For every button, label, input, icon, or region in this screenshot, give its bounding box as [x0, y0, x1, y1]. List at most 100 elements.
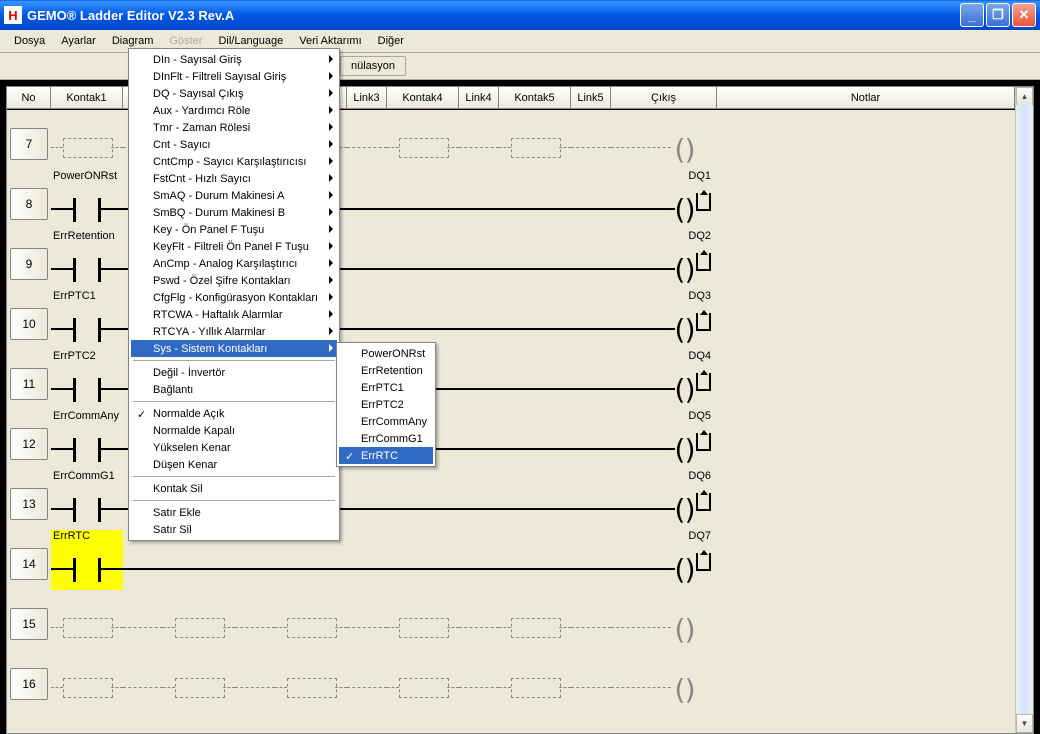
menu-item[interactable]: RTCWA - Haftalık Alarmlar	[131, 306, 337, 323]
context-menu-sys-submenu[interactable]: PowerONRstErrRetentionErrPTC1ErrPTC2ErrC…	[336, 342, 436, 467]
link-cell[interactable]	[347, 470, 387, 530]
notlar-cell[interactable]	[717, 290, 1033, 350]
menu-item[interactable]: DQ - Sayısal Çıkış	[131, 85, 337, 102]
kontak1-cell[interactable]: ErrCommAny	[51, 410, 123, 470]
vertical-scrollbar[interactable]: ▲ ▼	[1015, 87, 1033, 733]
link-cell[interactable]	[347, 650, 387, 710]
menu-item[interactable]: SmBQ - Durum Makinesi B	[131, 204, 337, 221]
kontak-cell[interactable]	[387, 230, 459, 290]
kontak-cell[interactable]	[499, 590, 571, 650]
col-link5[interactable]: Link5	[571, 87, 611, 109]
close-button[interactable]: ✕	[1012, 3, 1036, 27]
menu-item[interactable]: AnCmp - Analog Karşılaştırıcı	[131, 255, 337, 272]
link-cell[interactable]	[571, 410, 611, 470]
menu-item[interactable]: Yükselen Kenar	[131, 439, 337, 456]
kontak-cell[interactable]	[275, 650, 347, 710]
menu-dosya[interactable]: Dosya	[6, 32, 53, 50]
menu-item[interactable]: ErrPTC1	[339, 379, 433, 396]
ladder-row[interactable]: 15	[7, 590, 1033, 650]
link-cell[interactable]	[235, 590, 275, 650]
kontak-cell[interactable]	[275, 590, 347, 650]
kontak1-cell[interactable]: ErrPTC2	[51, 350, 123, 410]
link-cell[interactable]	[459, 110, 499, 170]
menu-item[interactable]: Kontak Sil	[131, 480, 337, 497]
simulation-button[interactable]: nülasyon	[340, 56, 406, 76]
notlar-cell[interactable]	[717, 650, 1033, 710]
kontak-cell[interactable]	[499, 110, 571, 170]
context-menu-main[interactable]: DIn - Sayısal GirişDInFlt - Filtreli Say…	[128, 48, 340, 541]
col-link4[interactable]: Link4	[459, 87, 499, 109]
notlar-cell[interactable]	[717, 110, 1033, 170]
kontak1-cell[interactable]: ErrRTC	[51, 530, 123, 590]
output-cell[interactable]	[611, 650, 717, 710]
col-kontak5[interactable]: Kontak5	[499, 87, 571, 109]
output-cell[interactable]: DQ5	[611, 410, 717, 470]
col-kontak1[interactable]: Kontak1	[51, 87, 123, 109]
kontak-cell[interactable]	[499, 290, 571, 350]
menu-item[interactable]: ErrRetention	[339, 362, 433, 379]
menu-item[interactable]: Cnt - Sayıcı	[131, 136, 337, 153]
notlar-cell[interactable]	[717, 170, 1033, 230]
kontak-cell[interactable]	[499, 530, 571, 590]
output-cell[interactable]: DQ3	[611, 290, 717, 350]
menu-item[interactable]: KeyFlt - Filtreli Ön Panel F Tuşu	[131, 238, 337, 255]
link-cell[interactable]	[347, 290, 387, 350]
col-cikis[interactable]: Çıkış	[611, 87, 717, 109]
menu-item[interactable]: RTCYA - Yıllık Alarmlar	[131, 323, 337, 340]
link-cell[interactable]	[571, 530, 611, 590]
link-cell[interactable]	[459, 230, 499, 290]
kontak-cell[interactable]	[499, 650, 571, 710]
menu-item[interactable]: FstCnt - Hızlı Sayıcı	[131, 170, 337, 187]
menu-item[interactable]: Pswd - Özel Şifre Kontakları	[131, 272, 337, 289]
notlar-cell[interactable]	[717, 410, 1033, 470]
menu-item[interactable]: ✓ErrRTC	[339, 447, 433, 464]
kontak-cell[interactable]	[499, 170, 571, 230]
output-cell[interactable]	[611, 110, 717, 170]
menu-item[interactable]: CntCmp - Sayıcı Karşılaştırıcısı	[131, 153, 337, 170]
col-no[interactable]: No	[7, 87, 51, 109]
scroll-down-button[interactable]: ▼	[1016, 714, 1033, 733]
kontak1-cell[interactable]	[51, 110, 123, 170]
link-cell[interactable]	[347, 590, 387, 650]
kontak-cell[interactable]	[163, 650, 235, 710]
scroll-up-button[interactable]: ▲	[1016, 87, 1033, 106]
link-cell[interactable]	[347, 170, 387, 230]
output-cell[interactable]: DQ6	[611, 470, 717, 530]
notlar-cell[interactable]	[717, 590, 1033, 650]
menu-item[interactable]: Key - Ön Panel F Tuşu	[131, 221, 337, 238]
menu-item[interactable]: Bağlantı	[131, 381, 337, 398]
menu-item[interactable]: Tmr - Zaman Rölesi	[131, 119, 337, 136]
kontak1-cell[interactable]: PowerONRst	[51, 170, 123, 230]
kontak-cell[interactable]	[499, 470, 571, 530]
link-cell[interactable]	[459, 650, 499, 710]
link-cell[interactable]	[459, 470, 499, 530]
col-link3[interactable]: Link3	[347, 87, 387, 109]
menu-ayarlar[interactable]: Ayarlar	[53, 32, 104, 50]
scroll-thumb[interactable]	[1016, 105, 1033, 715]
output-cell[interactable]: DQ2	[611, 230, 717, 290]
kontak-cell[interactable]	[163, 590, 235, 650]
menu-item[interactable]: ErrCommG1	[339, 430, 433, 447]
menu-item[interactable]: CfgFlg - Konfigürasyon Kontakları	[131, 289, 337, 306]
kontak-cell[interactable]	[499, 410, 571, 470]
menu-item[interactable]: Sys - Sistem Kontakları	[131, 340, 337, 357]
menu-dier[interactable]: Diğer	[370, 32, 412, 50]
menu-item[interactable]: DInFlt - Filtreli Sayısal Giriş	[131, 68, 337, 85]
notlar-cell[interactable]	[717, 530, 1033, 590]
kontak-cell[interactable]	[387, 470, 459, 530]
link-cell[interactable]	[347, 110, 387, 170]
link-cell[interactable]	[459, 410, 499, 470]
menu-item[interactable]: PowerONRst	[339, 345, 433, 362]
menu-item[interactable]: Aux - Yardımcı Röle	[131, 102, 337, 119]
kontak-cell[interactable]	[387, 110, 459, 170]
menu-item[interactable]: Normalde Kapalı	[131, 422, 337, 439]
menu-item[interactable]: Satır Sil	[131, 521, 337, 538]
notlar-cell[interactable]	[717, 470, 1033, 530]
menu-item[interactable]: Değil - İnvertör	[131, 364, 337, 381]
kontak1-cell[interactable]	[51, 590, 123, 650]
output-cell[interactable]	[611, 590, 717, 650]
menu-item[interactable]: DIn - Sayısal Giriş	[131, 51, 337, 68]
kontak-cell[interactable]	[387, 650, 459, 710]
link-cell[interactable]	[459, 590, 499, 650]
link-cell[interactable]	[571, 170, 611, 230]
